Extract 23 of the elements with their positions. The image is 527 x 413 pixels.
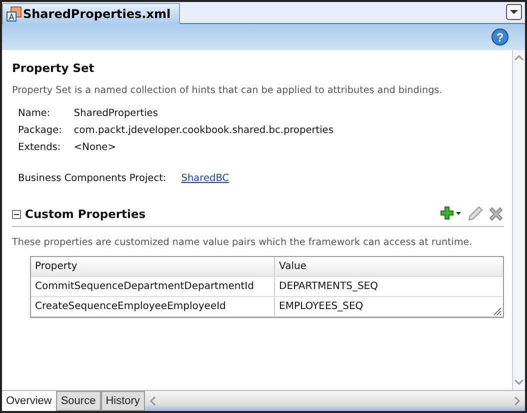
field-label: Package: [18, 125, 62, 136]
view-tab[interactable]: History [100, 391, 145, 411]
field-label: Business Components Project: [18, 173, 166, 184]
field-value: SharedProperties [74, 108, 159, 119]
table-cell: CreateSequenceEmployeeEmployeeId [31, 297, 275, 316]
field-label: Name: [18, 108, 52, 119]
section-description: Property Set is a named collection of hints that can be applied to attributes and bindings. [12, 85, 444, 96]
view-tab[interactable]: Source [56, 391, 101, 411]
field-value: <None> [74, 142, 117, 153]
project-link[interactable]: SharedBC [181, 173, 230, 184]
section-description: These properties are customized name value pairs which the framework can access at runtime. [12, 237, 474, 248]
field-label: Extends: [18, 142, 62, 153]
column-header[interactable]: Property [31, 257, 275, 276]
table-cell-text: DEPARTMENTS_SEQ [278, 280, 379, 294]
table-cell-text: EMPLOYEES_SEQ [278, 300, 364, 314]
section-heading: Custom Properties [25, 207, 146, 221]
table-cell: CommitSequenceDepartmentDepartmentId [31, 277, 275, 296]
field-value: com.packt.jdeveloper.cookbook.shared.bc.properties [74, 125, 334, 136]
column-header[interactable]: Value [275, 257, 491, 276]
help-icon[interactable]: ? [491, 28, 509, 46]
section-heading: Property Set [12, 61, 96, 75]
editor-tab[interactable]: SharedProperties.xml [2, 3, 180, 24]
view-tab[interactable]: Overview [2, 391, 56, 411]
